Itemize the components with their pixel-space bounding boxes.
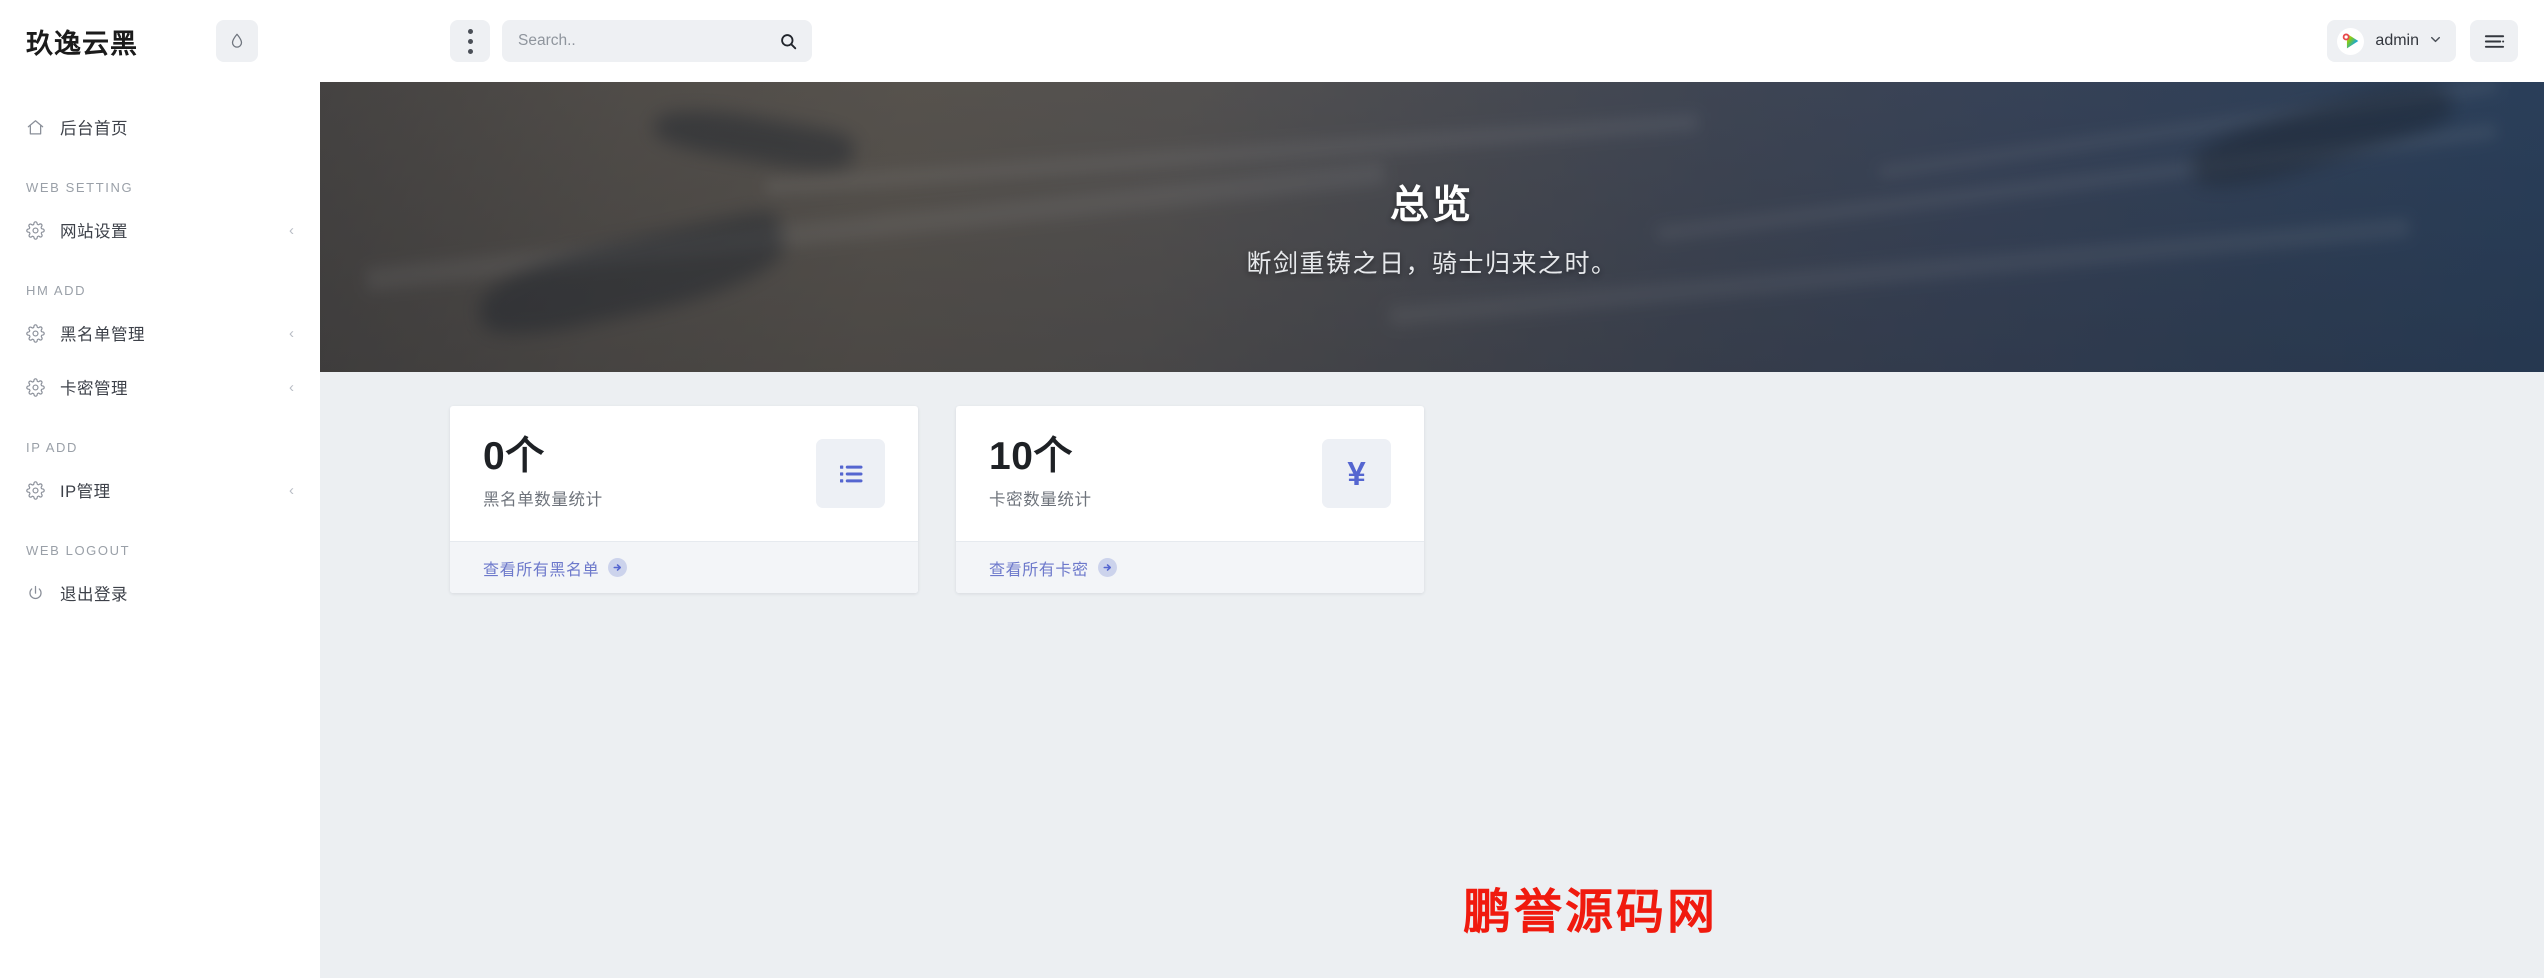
sidebar-item-card-key[interactable]: 卡密管理 ‹ xyxy=(0,360,320,414)
sidebar-item-ip-manage[interactable]: IP管理 ‹ xyxy=(0,463,320,517)
sidebar-item-label: 黑名单管理 xyxy=(60,326,145,344)
chevron-left-icon: ‹ xyxy=(289,221,294,239)
page-subtitle: 断剑重铸之日，骑士归来之时。 xyxy=(1246,250,1618,278)
power-icon xyxy=(26,584,54,603)
card-text: 0个 黑名单数量统计 xyxy=(483,434,603,511)
search-input[interactable] xyxy=(518,32,779,50)
gear-icon xyxy=(26,480,54,500)
sidebar-section-web-logout: WEB LOGOUT xyxy=(26,543,131,558)
card-body: 0个 黑名单数量统计 xyxy=(450,406,918,541)
main-area: admin xyxy=(320,0,2544,978)
brand: 玖逸云黑 xyxy=(0,0,320,82)
chevron-down-icon xyxy=(2429,33,2442,49)
card-link-label: 查看所有黑名单 xyxy=(483,561,600,579)
arrow-right-circle-icon xyxy=(608,558,628,577)
chevron-left-icon: ‹ xyxy=(289,481,294,499)
search-icon[interactable] xyxy=(779,32,798,51)
card-footer-link-card-key[interactable]: 查看所有卡密 xyxy=(956,541,1424,593)
topbar-right: admin xyxy=(2327,20,2544,62)
search-box[interactable] xyxy=(502,20,812,62)
sidebar-item-label: 后台首页 xyxy=(60,120,128,138)
sidebar-item-logout[interactable]: 退出登录 xyxy=(0,566,320,620)
chevron-left-icon: ‹ xyxy=(289,324,294,342)
user-avatar-icon xyxy=(2337,27,2365,55)
sidebar-section-hm-add: HM ADD xyxy=(26,283,87,298)
content-area: 0个 黑名单数量统计 查看所有黑名单 10个 卡密数量统计 ¥ 查看所有卡密 鹏… xyxy=(320,372,2544,978)
sidebar-section-ip-add: IP ADD xyxy=(26,440,78,455)
sidebar-item-blacklist[interactable]: 黑名单管理 ‹ xyxy=(0,306,320,360)
yen-glyph: ¥ xyxy=(1347,455,1366,492)
page-title: 总览 xyxy=(1389,184,1474,227)
card-text: 10个 卡密数量统计 xyxy=(989,434,1092,511)
sidebar-item-label: 退出登录 xyxy=(60,586,128,604)
card-footer-link-blacklist[interactable]: 查看所有黑名单 xyxy=(450,541,918,593)
app-root: 玖逸云黑 后台首页 WEB SETTING 网站设置 ‹ HM ADD 黑名单管… xyxy=(0,0,2544,978)
list-icon xyxy=(816,439,885,508)
gear-icon xyxy=(26,220,54,240)
gear-icon xyxy=(26,323,54,343)
user-name: admin xyxy=(2375,32,2419,49)
sidebar-item-site-settings[interactable]: 网站设置 ‹ xyxy=(0,203,320,257)
card-description: 卡密数量统计 xyxy=(989,491,1092,510)
sidebar-item-label: 卡密管理 xyxy=(60,380,128,398)
home-icon xyxy=(26,118,54,137)
card-value: 0个 xyxy=(483,434,545,478)
vertical-dots-icon[interactable] xyxy=(450,20,490,62)
arrow-right-circle-icon xyxy=(1097,558,1117,577)
hero-banner: 总览 断剑重铸之日，骑士归来之时。 xyxy=(320,82,2544,372)
card-value: 10个 xyxy=(989,434,1073,478)
stat-card-card-key: 10个 卡密数量统计 ¥ 查看所有卡密 xyxy=(956,406,1424,593)
card-link-label: 查看所有卡密 xyxy=(989,561,1089,579)
watermark-text: 鹏誉源码网 xyxy=(1463,884,1719,940)
sidebar-item-label: IP管理 xyxy=(60,483,111,501)
chevron-left-icon: ‹ xyxy=(289,378,294,396)
sidebar-item-dashboard[interactable]: 后台首页 xyxy=(0,100,320,154)
list-menu-icon[interactable] xyxy=(2470,20,2518,62)
brand-title: 玖逸云黑 xyxy=(26,28,138,59)
sidebar-section-web-setting: WEB SETTING xyxy=(26,180,134,195)
card-description: 黑名单数量统计 xyxy=(483,491,603,510)
yen-icon: ¥ xyxy=(1322,439,1391,508)
stat-card-blacklist: 0个 黑名单数量统计 查看所有黑名单 xyxy=(450,406,918,593)
topbar: admin xyxy=(320,0,2544,82)
card-body: 10个 卡密数量统计 ¥ xyxy=(956,406,1424,541)
gear-icon xyxy=(26,377,54,397)
water-drop-icon[interactable] xyxy=(216,20,258,62)
stat-cards: 0个 黑名单数量统计 查看所有黑名单 10个 卡密数量统计 ¥ 查看所有卡密 xyxy=(450,406,2544,593)
banner-text: 总览 断剑重铸之日，骑士归来之时。 xyxy=(320,82,2544,372)
user-menu[interactable]: admin xyxy=(2327,20,2456,62)
sidebar: 玖逸云黑 后台首页 WEB SETTING 网站设置 ‹ HM ADD 黑名单管… xyxy=(0,0,320,978)
sidebar-item-label: 网站设置 xyxy=(60,223,128,241)
sidebar-nav: 后台首页 WEB SETTING 网站设置 ‹ HM ADD 黑名单管理 ‹ 卡… xyxy=(0,82,320,620)
